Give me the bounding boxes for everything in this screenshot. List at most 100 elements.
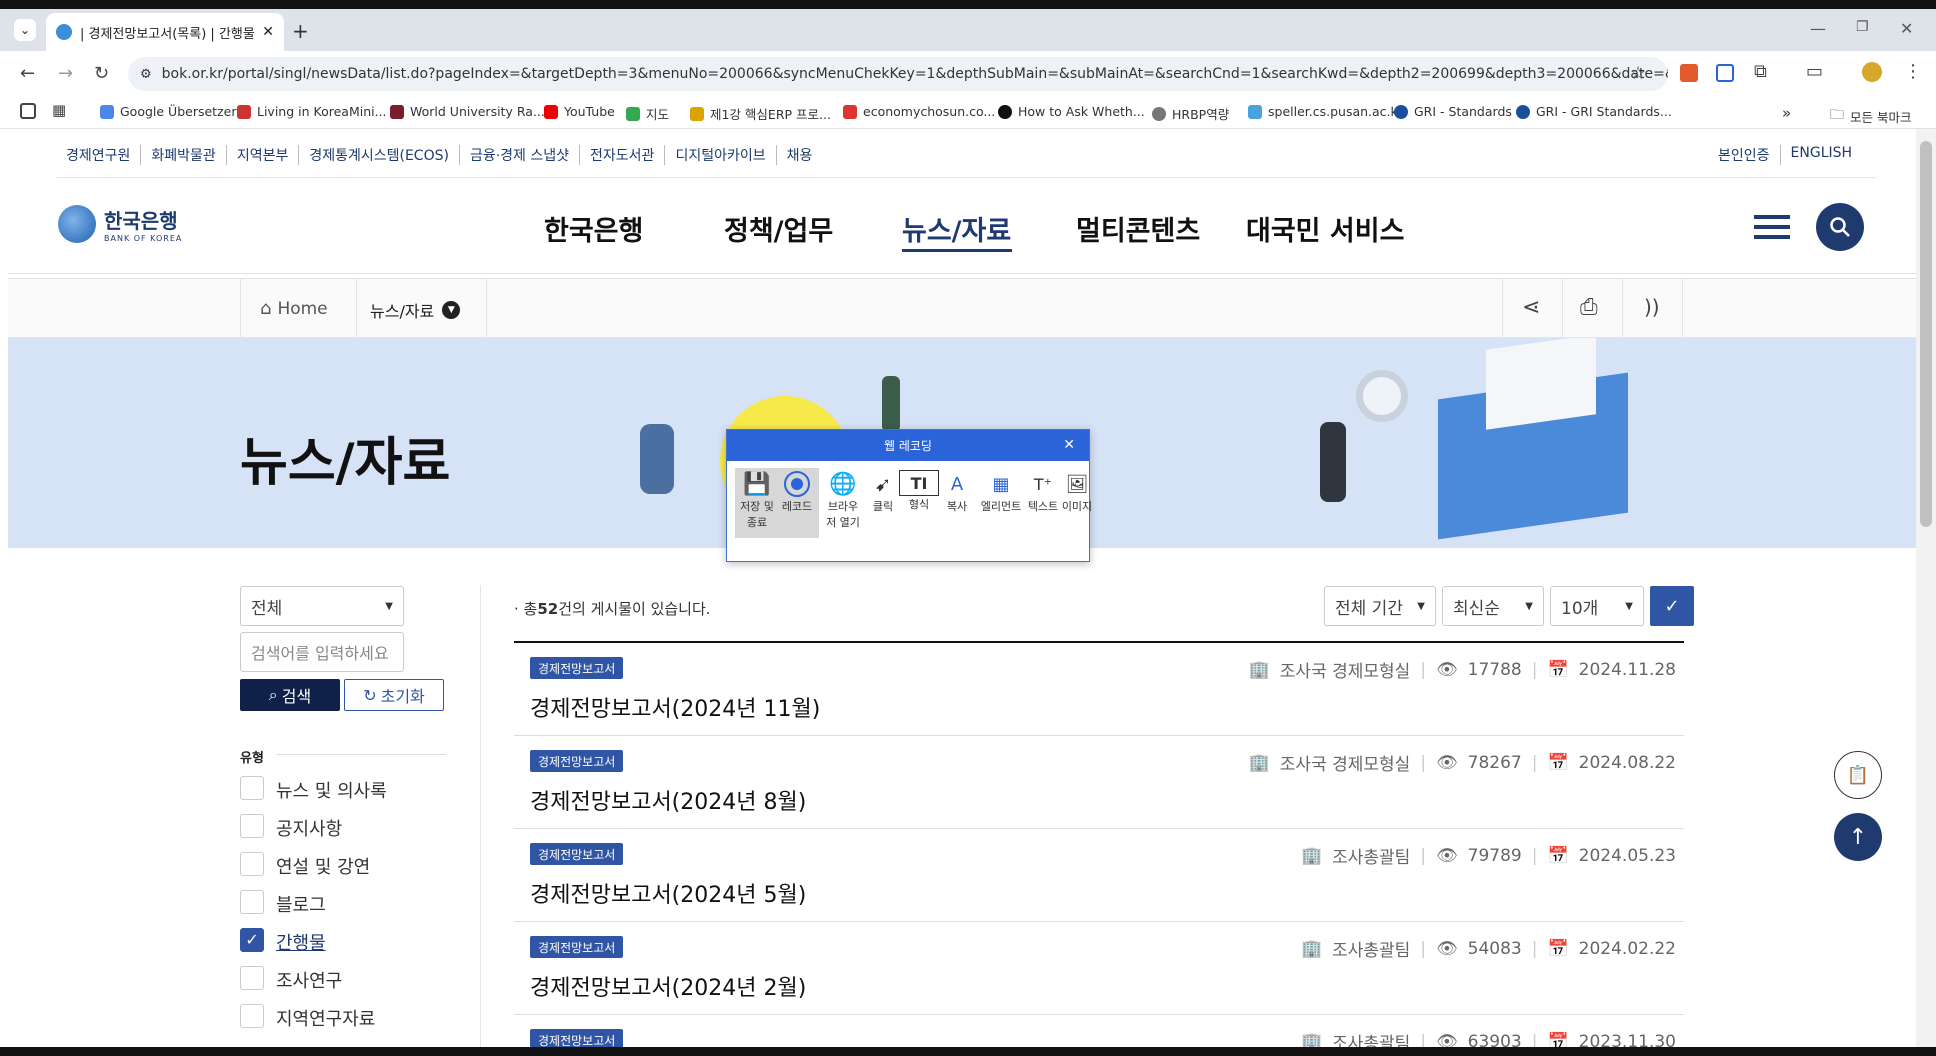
bookmark-star-icon[interactable]: ☆ [1630,63,1646,84]
profile-avatar[interactable] [1862,62,1882,82]
reload-icon[interactable]: ↻ [94,63,109,84]
bookmark-item[interactable]: speller.cs.pusan.ac.kr [1248,104,1403,119]
bookmark-item[interactable]: How to Ask Wheth... [998,104,1145,119]
list-item[interactable]: 경제전망보고서 경제전망보고서(2024년 11월) 🏢 조사국 경제모형실 | 👁 1… [514,643,1684,736]
close-tab-icon[interactable]: ✕ [262,24,274,40]
english-link[interactable]: ENGLISH [1781,145,1863,165]
tab-overview-icon[interactable] [20,103,36,119]
search-input[interactable]: 검색어를 입력하세요 [240,632,404,672]
hamburger-menu-icon[interactable] [1754,215,1790,239]
util-link[interactable]: 경제통계시스템(ECOS) [299,145,460,165]
item-title[interactable]: 경제전망보고서(2024년 11월) [530,691,820,723]
scrollbar-thumb[interactable] [1920,141,1932,527]
scroll-top-button[interactable]: ↑ [1834,813,1882,861]
util-link[interactable]: 전자도서관 [580,145,666,165]
save-and-exit-button[interactable]: 💾 저장 및 종료 [737,470,777,530]
extension-icon-2[interactable] [1716,64,1734,82]
tab-title: | 경제전망보고서(목록) | 간행물 [80,26,255,42]
item-title[interactable]: 경제전망보고서(2024년 8월) [530,784,806,816]
search-button[interactable]: ⌕ 검색 [240,679,340,711]
rss-icon[interactable]: )) [1644,295,1660,319]
menu-icon[interactable]: ⋮ [1904,61,1922,82]
element-icon: ▦ [992,473,1010,495]
util-link[interactable]: 지역본부 [227,145,300,165]
period-select[interactable]: 전체 기간 ▼ [1324,586,1436,626]
bookmark-item[interactable]: 지도 [626,104,669,123]
breadcrumb-current[interactable]: 뉴스/자료 ▼ [370,298,461,322]
bookmark-item[interactable]: Google Übersetzer [100,104,236,119]
forward-icon[interactable]: → [58,63,73,84]
more-bookmarks-chevron[interactable]: » [1782,104,1791,122]
bookmark-item[interactable]: YouTube [544,104,615,119]
bookmark-item[interactable]: GRI - GRI Standards... [1516,104,1672,119]
bookmark-item[interactable]: 제1강 핵심ERP 프로... [690,104,831,123]
print-icon[interactable]: ⎙ [1580,295,1598,320]
item-meta: 🏢 조사총괄팀 | 👁 63903 | 📅 2023.11.30 [1301,1029,1676,1048]
util-link[interactable]: 디지털아카이브 [665,145,777,165]
bookmark-item[interactable]: Living in KoreaMini... [237,104,387,119]
bookmark-item[interactable]: GRI - Standards [1394,104,1512,119]
checkbox-publication-checked[interactable]: ✓ [240,928,264,952]
address-bar[interactable]: ⚙ bok.or.kr/portal/singl/newsData/list.d… [128,57,1668,91]
copy-button[interactable]: A 복사 [937,470,977,514]
extensions-icon[interactable]: ⧉ [1754,61,1767,82]
extension-icon[interactable] [1680,64,1698,82]
page-scrollbar[interactable] [1916,129,1936,1047]
apps-icon[interactable]: ▦ [52,101,66,119]
auth-link[interactable]: 본인인증 [1708,145,1781,165]
category-select[interactable]: 전체 ▼ [240,586,404,626]
gnb-item-active[interactable]: 뉴스/자료 [902,209,1011,248]
back-icon[interactable]: ← [20,63,35,84]
category-badge: 경제전망보고서 [530,657,624,679]
checkbox-research[interactable] [240,966,264,990]
record-button[interactable]: 레코드 [777,470,817,514]
tab-search-button[interactable]: ⌄ [14,19,36,41]
breadcrumb-home[interactable]: ⌂ Home [260,298,328,319]
list-item[interactable]: 경제전망보고서 🏢 조사총괄팀 | 👁 63903 | 📅 2023.11.30 [514,1015,1684,1047]
bookmark-item[interactable]: World University Ra... [390,104,545,119]
gnb-item[interactable]: 한국은행 [544,209,643,248]
apply-filter-button[interactable]: ✓ [1650,586,1694,626]
bookmark-item[interactable]: economychosun.co... [843,104,995,119]
checkbox-blog[interactable] [240,890,264,914]
image-button[interactable]: 🖼 이미지 [1057,470,1097,514]
order-select[interactable]: 최신순 ▼ [1442,586,1544,626]
item-title[interactable]: 경제전망보고서(2024년 2월) [530,970,806,1002]
list-item[interactable]: 경제전망보고서 경제전망보고서(2024년 5월) 🏢 조사총괄팀 | 👁 79789 |… [514,829,1684,922]
minimize-button[interactable]: — [1810,19,1826,38]
util-link[interactable]: 금융·경제 스냅샷 [460,145,581,165]
item-title[interactable]: 경제전망보고서(2024년 5월) [530,877,806,909]
reset-button[interactable]: ↻ 초기화 [344,679,444,711]
restore-button[interactable]: ❐ [1856,19,1869,35]
checkbox-notice[interactable] [240,814,264,838]
element-button[interactable]: ▦ 엘리먼트 [979,470,1023,514]
logo[interactable]: 한국은행 BANK OF KOREA [58,205,182,243]
gnb-item[interactable]: 멀티콘텐츠 [1076,209,1200,248]
util-link[interactable]: 경제연구원 [56,145,142,165]
util-link[interactable]: 채용 [777,145,823,165]
click-button[interactable]: ➹ 클릭 [863,470,903,514]
list-item[interactable]: 경제전망보고서 경제전망보고서(2024년 8월) 🏢 조사국 경제모형실 | 👁 78… [514,736,1684,829]
share-icon[interactable]: ⋖ [1522,295,1540,320]
all-bookmarks[interactable]: 🗀 모든 북마크 [1830,104,1911,128]
util-link[interactable]: 화폐박물관 [141,145,227,165]
reading-mode-icon[interactable]: ▭ [1806,61,1823,82]
close-icon[interactable]: ✕ [1063,437,1075,453]
page-size-select[interactable]: 10개 ▼ [1550,586,1644,626]
checkbox-speech[interactable] [240,852,264,876]
site-search-button[interactable] [1816,203,1864,251]
checkbox-regional[interactable] [240,1004,264,1028]
list-item[interactable]: 경제전망보고서 경제전망보고서(2024년 2월) 🏢 조사총괄팀 | 👁 54083 |… [514,922,1684,1015]
gnb-item[interactable]: 정책/업무 [724,209,833,248]
bookmark-item[interactable]: HRBP역량 [1152,104,1229,123]
tab-active[interactable]: | 경제전망보고서(목록) | 간행물 ✕ [46,13,284,51]
close-window-button[interactable]: ✕ [1900,19,1913,38]
new-tab-button[interactable]: + [292,19,309,43]
survey-floating-button[interactable]: 📋 [1834,751,1882,799]
site-info-icon[interactable]: ⚙ [140,67,152,82]
format-button[interactable]: TI 형식 [899,470,939,512]
checkbox-news[interactable] [240,776,264,800]
gnb-item[interactable]: 대국민 서비스 [1246,209,1404,248]
open-browser-button[interactable]: 🌐 브라우저 열기 [823,470,863,530]
calendar-icon: 📅 [1547,1031,1569,1048]
